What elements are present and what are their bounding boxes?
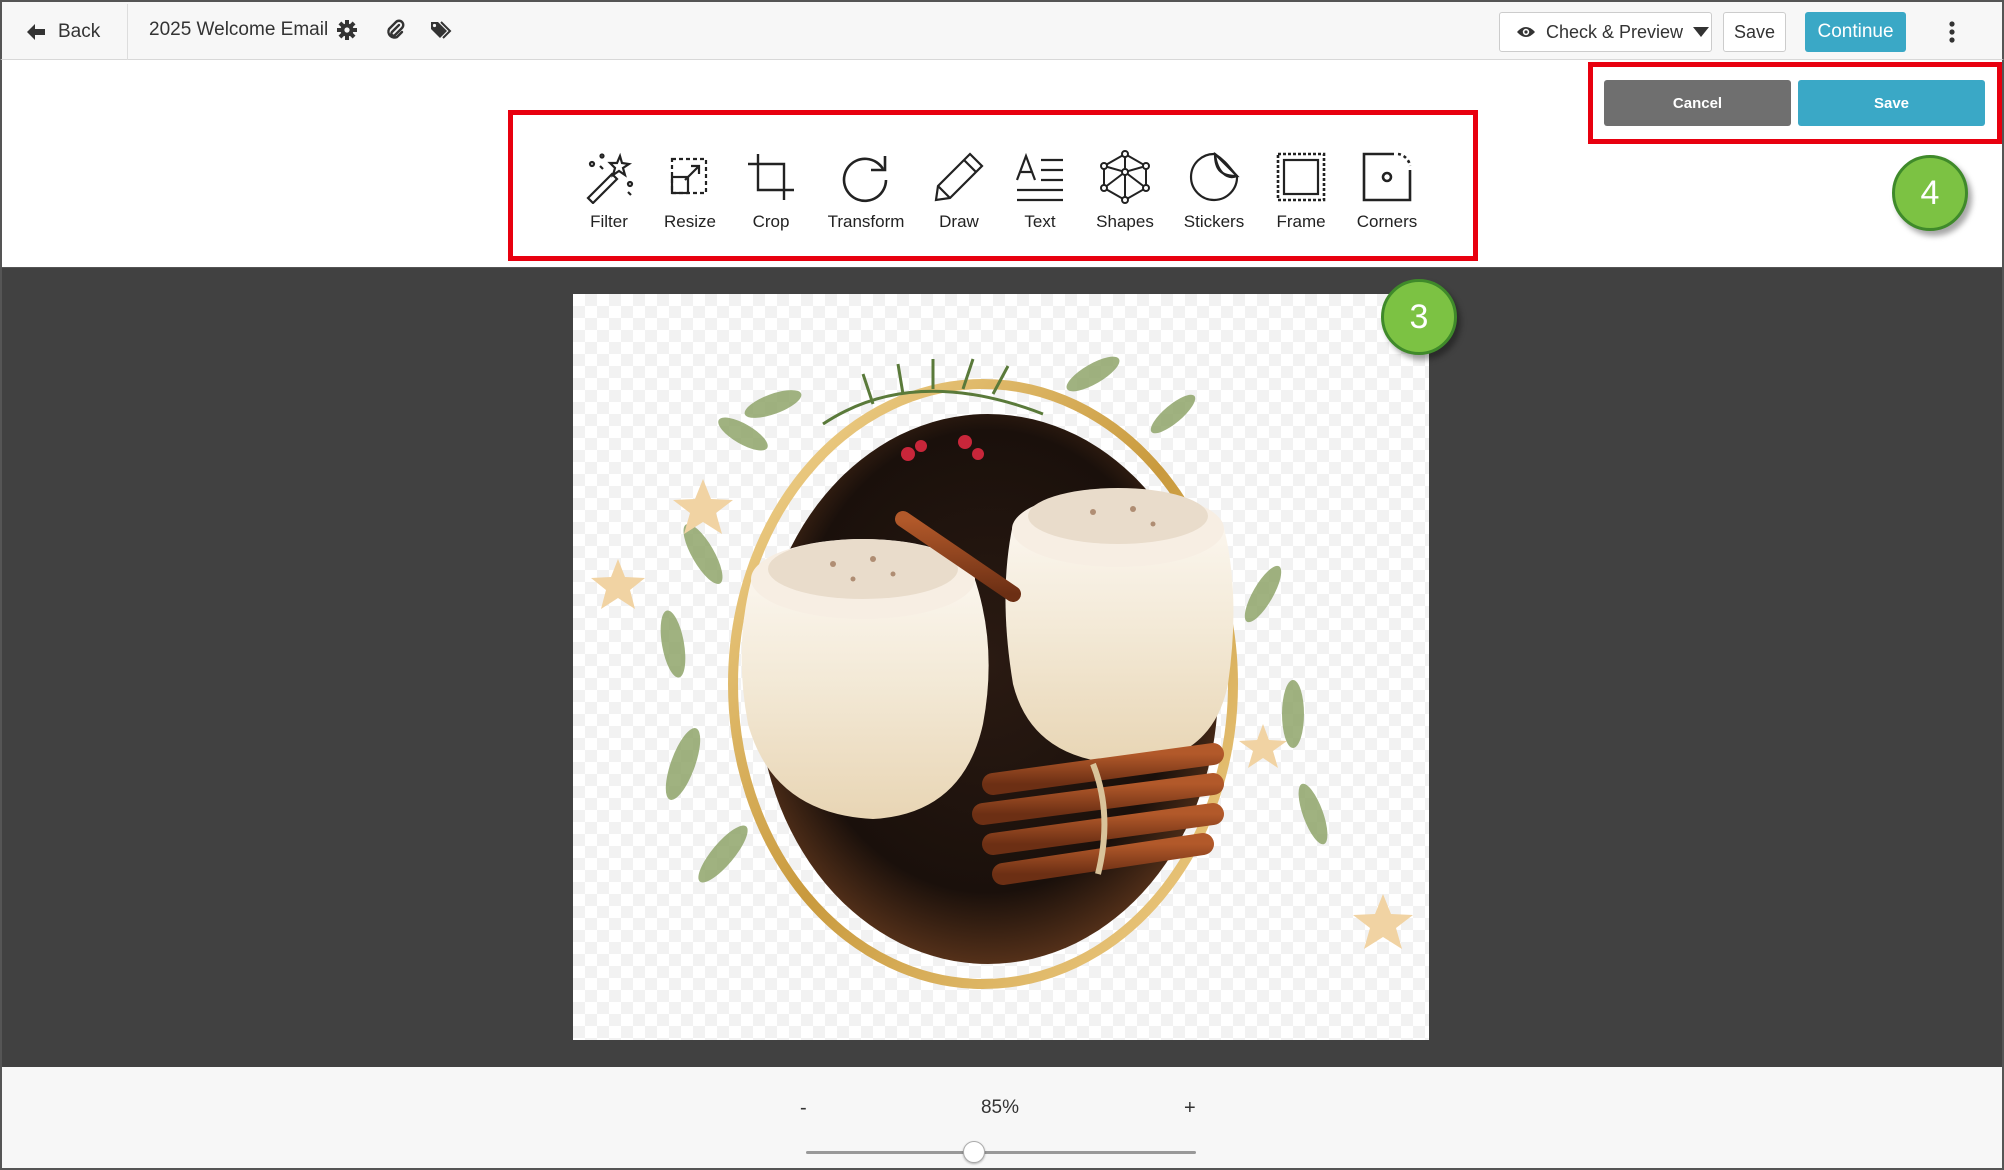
cancel-button[interactable]: Cancel	[1604, 80, 1791, 126]
tool-shapes[interactable]: Shapes	[1080, 150, 1170, 232]
tool-crop[interactable]: Crop	[726, 150, 816, 232]
pencil-icon	[934, 152, 984, 202]
zoom-slider-track[interactable]	[806, 1151, 1196, 1154]
zoom-in-button[interactable]: +	[1184, 1097, 1196, 1120]
tool-corners[interactable]: Corners	[1342, 150, 1432, 232]
tool-transform[interactable]: Transform	[821, 150, 911, 232]
top-bar: Back 2025 Welcome Email Check & Preview …	[0, 0, 2004, 60]
more-options-icon[interactable]	[1942, 18, 1962, 46]
step-badge-3: 3	[1381, 279, 1457, 355]
tool-corners-label: Corners	[1356, 212, 1418, 231]
text-icon	[1015, 152, 1063, 202]
tool-resize-label: Resize	[664, 212, 716, 231]
document-title: 2025 Welcome Email	[149, 19, 329, 40]
sticker-icon	[1189, 151, 1240, 202]
continue-button[interactable]: Continue	[1805, 12, 1906, 52]
zoom-level: 85%	[980, 1097, 1020, 1118]
eggnog-image	[591, 356, 1413, 989]
tags-icon[interactable]	[429, 18, 453, 42]
eye-icon	[1517, 27, 1535, 37]
crop-icon	[748, 154, 794, 200]
tool-stickers-label: Stickers	[1183, 212, 1245, 231]
tool-filter-label: Filter	[590, 212, 628, 231]
resize-icon	[670, 157, 708, 195]
step-badge-4: 4	[1892, 155, 1968, 231]
arrow-left-icon	[27, 24, 45, 40]
save-button[interactable]: Save	[1723, 12, 1786, 52]
tool-crop-label: Crop	[752, 212, 790, 231]
tool-filter[interactable]: Filter	[564, 150, 654, 232]
frame-icon	[1276, 152, 1326, 202]
tool-draw[interactable]: Draw	[914, 150, 1004, 232]
tool-frame-label: Frame	[1276, 212, 1326, 231]
tool-shapes-label: Shapes	[1096, 212, 1154, 231]
tool-text[interactable]: Text	[995, 150, 1085, 232]
check-preview-button[interactable]: Check & Preview	[1499, 12, 1712, 52]
zoom-slider-thumb[interactable]	[962, 1141, 985, 1163]
back-button[interactable]: Back	[4, 4, 128, 60]
edited-image[interactable]	[573, 294, 1429, 1040]
corners-icon	[1362, 152, 1412, 202]
zoom-out-button[interactable]: -	[800, 1097, 807, 1120]
tool-text-label: Text	[1024, 212, 1056, 231]
paperclip-icon[interactable]	[383, 18, 407, 42]
tool-frame[interactable]: Frame	[1256, 150, 1346, 232]
tool-draw-label: Draw	[939, 212, 979, 231]
magic-wand-icon	[586, 152, 634, 204]
tool-transform-label: Transform	[827, 212, 905, 231]
back-label: Back	[58, 21, 101, 42]
editor-save-button[interactable]: Save	[1798, 80, 1985, 126]
tool-stickers[interactable]: Stickers	[1169, 150, 1259, 232]
caret-down-icon	[1693, 27, 1710, 37]
gear-icon[interactable]	[335, 18, 359, 42]
rotate-icon	[842, 156, 888, 203]
check-preview-label: Check & Preview	[1546, 21, 1684, 42]
shapes-icon	[1100, 150, 1150, 204]
tool-resize[interactable]: Resize	[645, 150, 735, 232]
